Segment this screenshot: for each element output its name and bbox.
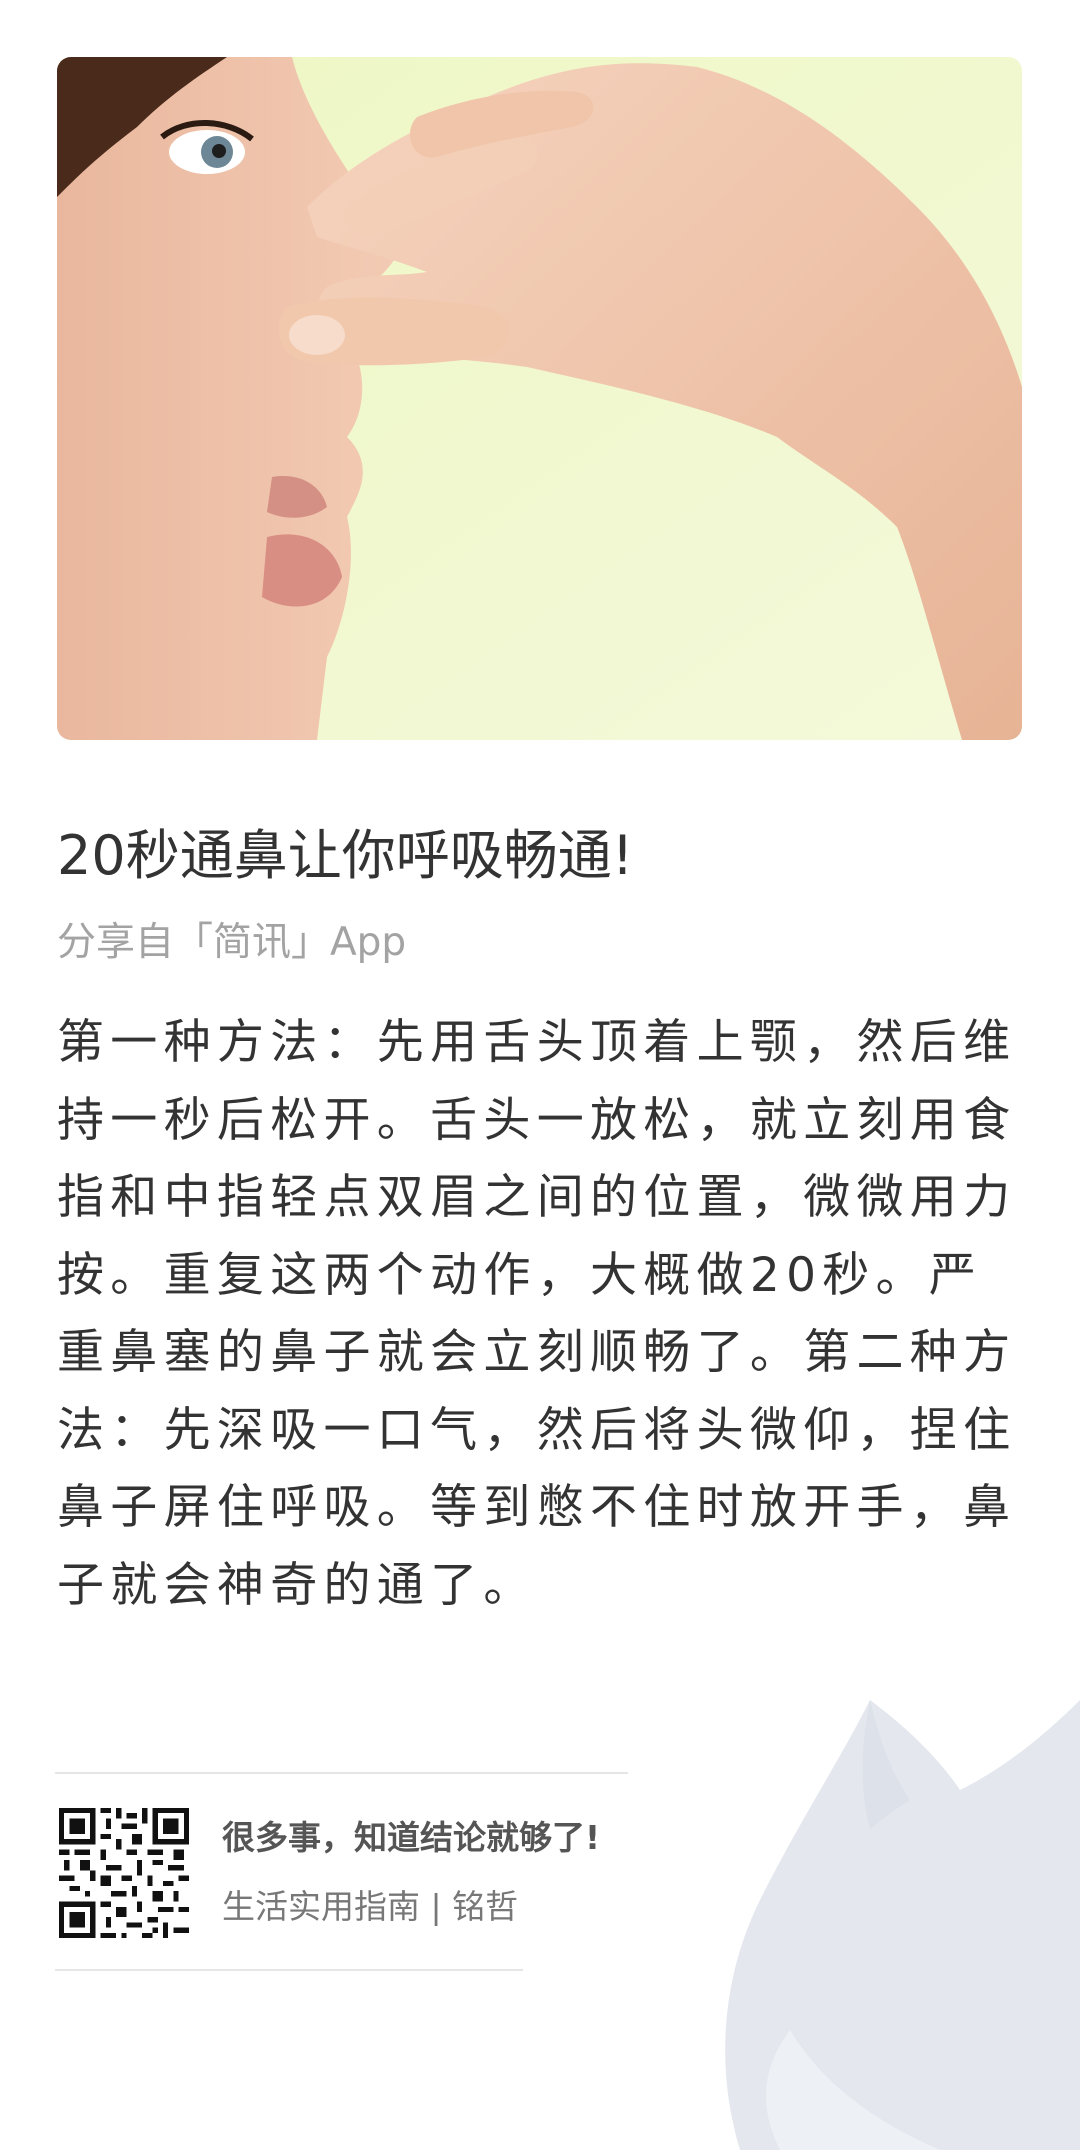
footer-channel-name[interactable]: 生活实用指南 | 铭哲 — [222, 1884, 518, 1930]
fox-watermark-icon — [720, 1700, 1080, 2150]
article-title: 20秒通鼻让你呼吸畅通! — [57, 824, 634, 887]
article-source: 分享自「简讯」App — [57, 920, 407, 965]
hero-image — [57, 57, 1022, 740]
footer-slogan: 很多事，知道结论就够了! — [222, 1818, 601, 1857]
footer-divider-top — [55, 1772, 628, 1774]
footer-divider-bottom — [55, 1969, 523, 1971]
qr-code-icon[interactable] — [59, 1808, 189, 1938]
article-body: 第一种方法：先用舌头顶着上颚，然后维持一秒后松开。舌头一放松，就立刻用食指和中指… — [57, 1015, 1017, 1613]
